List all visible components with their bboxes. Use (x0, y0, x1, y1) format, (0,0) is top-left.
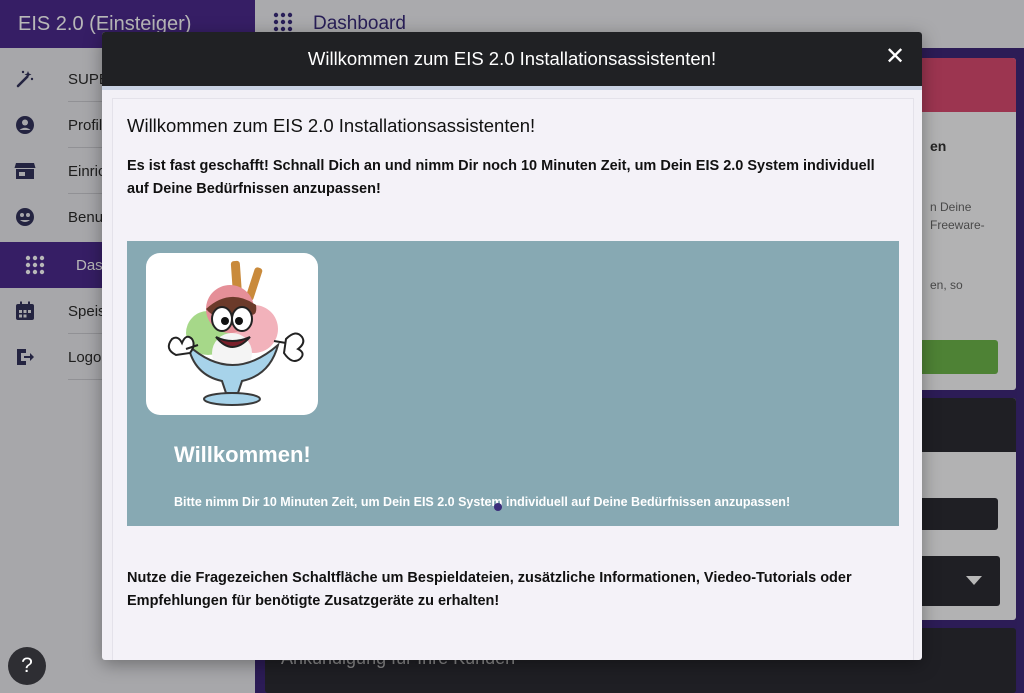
carousel-indicator-dot[interactable] (494, 503, 502, 511)
divider (102, 86, 922, 90)
slide-text: Bitte nimm Dir 10 Minuten Zeit, um Dein … (174, 495, 791, 509)
dialog-title: Willkommen zum EIS 2.0 Installationsassi… (307, 48, 717, 69)
setup-wizard-dialog: Willkommen zum EIS 2.0 Installationsassi… (102, 32, 922, 660)
help-hint-text: Nutze die Fragezeichen Schaltfläche um B… (127, 570, 852, 609)
close-icon[interactable]: ✕ (884, 45, 906, 69)
welcome-slide: Willkommen! Bitte nimm Dir 10 Minuten Ze… (127, 241, 899, 526)
slide-title: Willkommen! (174, 442, 311, 467)
dialog-body: Willkommen zum EIS 2.0 Installationsassi… (112, 98, 914, 660)
intro-text: Es ist fast geschafft! Schnall Dich an u… (127, 158, 875, 197)
dialog-heading: Willkommen zum EIS 2.0 Installationsassi… (127, 115, 536, 136)
help-button[interactable]: ? (8, 647, 46, 685)
dialog-header: Willkommen zum EIS 2.0 Installationsassi… (102, 32, 922, 86)
ice-cream-mascot-logo (146, 253, 318, 415)
